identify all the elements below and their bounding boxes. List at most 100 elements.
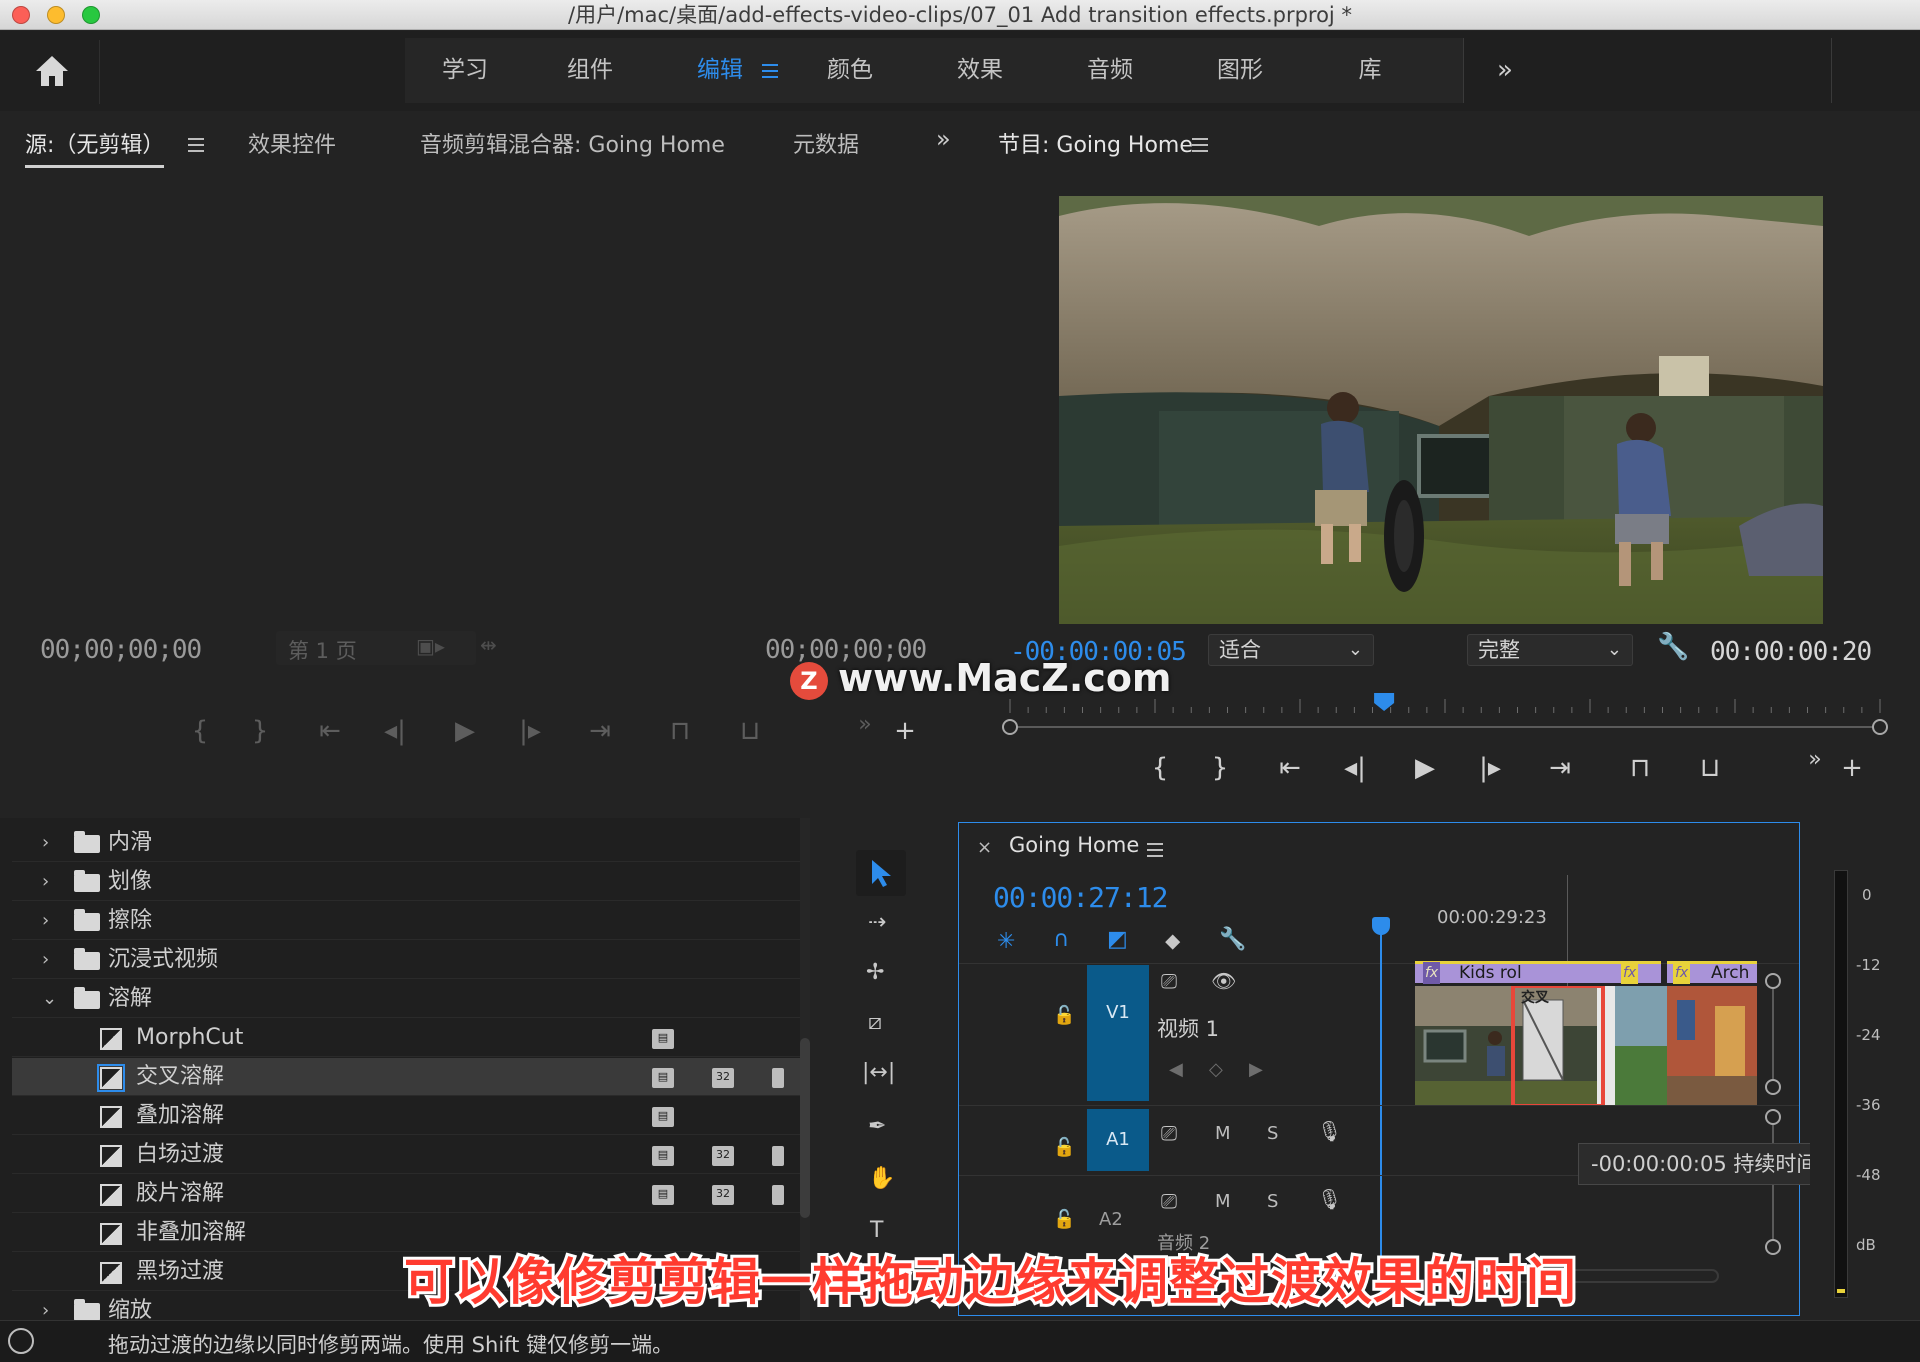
panel-menu-icon[interactable] — [1147, 843, 1163, 857]
insert-sequence-nest-icon[interactable]: ✳ — [997, 929, 1015, 954]
fit-select[interactable]: 适合 ⌄ — [1208, 634, 1374, 666]
snap-icon[interactable]: ∩ — [1053, 927, 1069, 952]
lift-button[interactable]: ⊓ — [1620, 750, 1660, 786]
chevron-down-icon[interactable]: ⌄ — [42, 980, 57, 1018]
step-forward-button[interactable]: |▸ — [510, 713, 550, 749]
timeline-timecode[interactable]: 00:00:27:12 — [993, 881, 1168, 914]
tab-source[interactable]: 源:（无剪辑） — [25, 127, 165, 168]
quality-select[interactable]: 完整 ⌄ — [1467, 634, 1633, 666]
scroll-handle[interactable] — [1765, 1079, 1781, 1095]
tab-metadata[interactable]: 元数据 — [793, 127, 859, 159]
sync-lock-icon[interactable]: ⎚ — [1161, 1189, 1177, 1213]
mark-out-button[interactable]: } — [240, 713, 280, 749]
go-to-in-button[interactable]: ⇤ — [310, 713, 350, 749]
scroll-handle[interactable] — [1765, 973, 1781, 989]
effects-folder-row[interactable]: › 内滑 — [12, 824, 800, 862]
button-editor-add-icon[interactable]: + — [1832, 750, 1872, 786]
timeline-ruler[interactable]: 00:00:29:23 — [1357, 907, 1797, 931]
lock-icon[interactable]: 🔓 — [1053, 1137, 1075, 1158]
track-select-icon[interactable]: ⇢ — [868, 910, 886, 935]
transition-label[interactable]: 交叉 — [1521, 987, 1549, 1007]
solo-button[interactable]: S — [1267, 1123, 1278, 1144]
panel-menu-icon[interactable] — [1192, 138, 1208, 152]
close-sequence-icon[interactable]: × — [977, 837, 992, 858]
lock-icon[interactable]: 🔓 — [1053, 1005, 1075, 1026]
clip-kids-header[interactable]: fx Kids rol — [1415, 961, 1597, 984]
source-timecode-current[interactable]: 00;00;00;00 — [40, 635, 202, 665]
workspace-tab-graphics[interactable]: 图形 — [1175, 38, 1305, 103]
effect-item-row[interactable]: 白场过渡 ▤ 32 — [12, 1136, 800, 1174]
extract-button[interactable]: ⊔ — [1690, 750, 1730, 786]
workspace-menu-icon[interactable] — [762, 64, 778, 78]
step-back-button[interactable]: ◂| — [1335, 750, 1375, 786]
workspace-tab-learn[interactable]: 学习 — [405, 38, 525, 103]
button-overflow[interactable]: » — [1795, 742, 1835, 778]
scroll-handle[interactable] — [1765, 1109, 1781, 1125]
scrollbar-thumb[interactable] — [800, 1038, 810, 1218]
track-target-a2[interactable]: A2 — [1099, 1209, 1123, 1230]
effect-item-row[interactable]: 叠加溶解 ▤ — [12, 1097, 800, 1135]
sync-lock-icon[interactable]: ⎚ — [1161, 969, 1177, 993]
mark-out-button[interactable]: } — [1200, 750, 1240, 786]
prev-keyframe-icon[interactable]: ◀ — [1169, 1059, 1183, 1080]
chevron-right-icon[interactable]: › — [42, 863, 49, 901]
zoom-handle-left[interactable] — [1002, 719, 1018, 735]
step-back-button[interactable]: ◂| — [375, 713, 415, 749]
go-to-in-button[interactable]: ⇤ — [1270, 750, 1310, 786]
slip-tool-icon[interactable]: |↔| — [862, 1060, 895, 1085]
clip-middle-header[interactable]: fx — [1597, 961, 1661, 984]
wrench-icon[interactable]: 🔧 — [1657, 632, 1689, 662]
eye-icon[interactable]: 👁 — [1211, 969, 1236, 993]
track-target-v1[interactable]: V1 — [1087, 965, 1149, 1101]
home-button[interactable] — [8, 40, 100, 104]
workspace-overflow-button[interactable]: » — [1480, 38, 1530, 103]
timeline-settings-icon[interactable]: 🔧 — [1219, 927, 1246, 952]
track-name-v1[interactable]: 视频 1 — [1157, 1013, 1219, 1043]
effects-folder-row[interactable]: › 划像 — [12, 863, 800, 901]
solo-button[interactable]: S — [1267, 1191, 1278, 1212]
effects-folder-row[interactable]: › 沉浸式视频 — [12, 941, 800, 979]
sync-lock-icon[interactable]: ⎚ — [1161, 1121, 1177, 1145]
button-overflow[interactable]: » — [845, 707, 885, 743]
overwrite-button[interactable]: ⊔ — [730, 713, 770, 749]
sequence-tab-title[interactable]: Going Home — [1009, 833, 1139, 857]
hand-icon[interactable]: ✋ — [868, 1166, 895, 1191]
add-keyframe-icon[interactable]: ◇ — [1209, 1059, 1223, 1080]
tab-effect-controls[interactable]: 效果控件 — [248, 127, 336, 159]
linked-selection-icon[interactable]: ◩ — [1107, 927, 1128, 952]
chevron-right-icon[interactable]: › — [42, 941, 49, 979]
effect-item-row[interactable]: 交叉溶解 ▤ 32 — [12, 1058, 800, 1096]
mark-in-button[interactable]: { — [1140, 750, 1180, 786]
zoom-handle-right[interactable] — [1872, 719, 1888, 735]
panel-menu-icon[interactable] — [188, 138, 204, 152]
workspace-tab-audio[interactable]: 音频 — [1045, 38, 1175, 103]
clip-thumbnails[interactable] — [1415, 986, 1757, 1106]
workspace-tab-effects[interactable]: 效果 — [915, 38, 1045, 103]
chevron-right-icon[interactable]: › — [42, 824, 49, 862]
effects-folder-row[interactable]: › 擦除 — [12, 902, 800, 940]
ripple-edit-icon[interactable]: ✢ — [866, 960, 884, 985]
page-selector[interactable]: 第 1 页 ▣▸ — [276, 631, 476, 665]
panel-overflow-button[interactable]: » — [936, 125, 951, 153]
program-zoom-scrollbar[interactable] — [1000, 719, 1890, 735]
mute-button[interactable]: M — [1215, 1191, 1231, 1212]
microphone-icon[interactable]: 🎙 — [1317, 1119, 1342, 1143]
button-editor-add-icon[interactable]: + — [885, 713, 925, 749]
chevron-right-icon[interactable]: › — [42, 902, 49, 940]
effect-item-row[interactable]: 胶片溶解 ▤ 32 — [12, 1175, 800, 1213]
workspace-tab-color[interactable]: 颜色 — [785, 38, 915, 103]
go-to-out-button[interactable]: ⇥ — [580, 713, 620, 749]
next-keyframe-icon[interactable]: ▶ — [1249, 1059, 1263, 1080]
tab-audio-clip-mixer[interactable]: 音频剪辑混合器: Going Home — [420, 127, 725, 159]
track-target-a1[interactable]: A1 — [1087, 1109, 1149, 1171]
selection-tool-button[interactable] — [856, 850, 906, 896]
microphone-icon[interactable]: 🎙 — [1317, 1187, 1342, 1211]
scroll-handle[interactable] — [1765, 1239, 1781, 1255]
razor-icon[interactable]: ⧄ — [868, 1010, 882, 1035]
go-to-out-button[interactable]: ⇥ — [1540, 750, 1580, 786]
creative-cloud-icon[interactable] — [8, 1328, 34, 1354]
insert-button[interactable]: ⊓ — [660, 713, 700, 749]
mute-button[interactable]: M — [1215, 1123, 1231, 1144]
pen-icon[interactable]: ✒ — [868, 1114, 886, 1139]
program-title[interactable]: 节目: Going Home — [998, 127, 1193, 159]
